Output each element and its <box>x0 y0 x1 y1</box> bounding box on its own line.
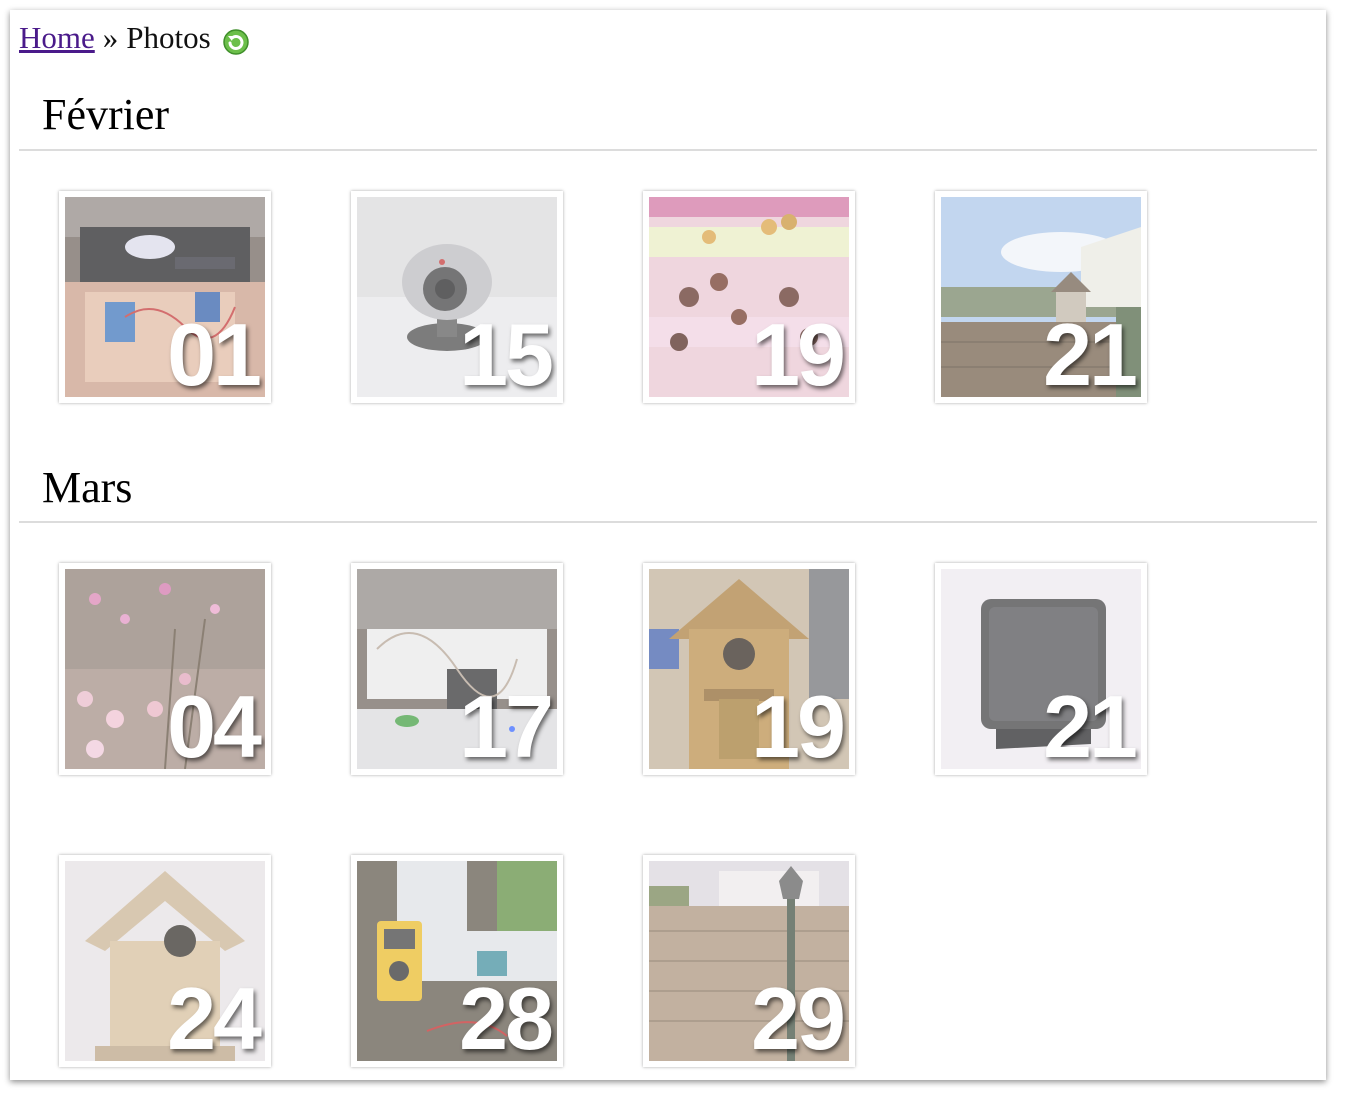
photo-thumb-mars-21[interactable]: 21 <box>935 563 1147 775</box>
breadcrumb-separator: » <box>102 20 119 55</box>
breadcrumb-current: Photos <box>126 20 211 55</box>
photo-thumb-fevrier-21[interactable]: 21 <box>935 191 1147 403</box>
photo-day-label: 29 <box>751 969 846 1067</box>
photo-day-label: 28 <box>459 969 554 1067</box>
breadcrumb: Home » Photos <box>19 20 249 56</box>
photo-thumb-mars-24[interactable]: 24 <box>59 855 271 1067</box>
section-title-mars: Mars <box>42 463 133 512</box>
photo-thumb-mars-17[interactable]: 17 <box>351 563 563 775</box>
photo-day-label: 17 <box>459 677 554 775</box>
photo-day-label: 21 <box>1043 677 1138 775</box>
photo-day-label: 19 <box>751 305 846 403</box>
photo-day-label: 15 <box>459 305 554 403</box>
photo-day-label: 01 <box>167 305 262 403</box>
refresh-icon[interactable] <box>222 27 249 55</box>
photo-thumb-mars-04[interactable]: 04 <box>59 563 271 775</box>
photo-day-label: 19 <box>751 677 846 775</box>
section-divider <box>19 149 1317 151</box>
photo-day-label: 24 <box>167 969 262 1067</box>
photo-thumb-mars-28[interactable]: 28 <box>351 855 563 1067</box>
photo-thumb-fevrier-01[interactable]: 01 <box>59 191 271 403</box>
photo-thumb-mars-29[interactable]: 29 <box>643 855 855 1067</box>
section-title-fevrier: Février <box>42 90 170 139</box>
page-window: Home » Photos Février 01 15 19 21 Mars 0… <box>10 10 1326 1080</box>
breadcrumb-home-link[interactable]: Home <box>19 20 95 56</box>
photo-day-label: 04 <box>167 677 262 775</box>
photo-thumb-mars-19[interactable]: 19 <box>643 563 855 775</box>
photo-day-label: 21 <box>1043 305 1138 403</box>
photo-thumb-fevrier-19[interactable]: 19 <box>643 191 855 403</box>
section-divider <box>19 521 1317 523</box>
photo-thumb-fevrier-15[interactable]: 15 <box>351 191 563 403</box>
